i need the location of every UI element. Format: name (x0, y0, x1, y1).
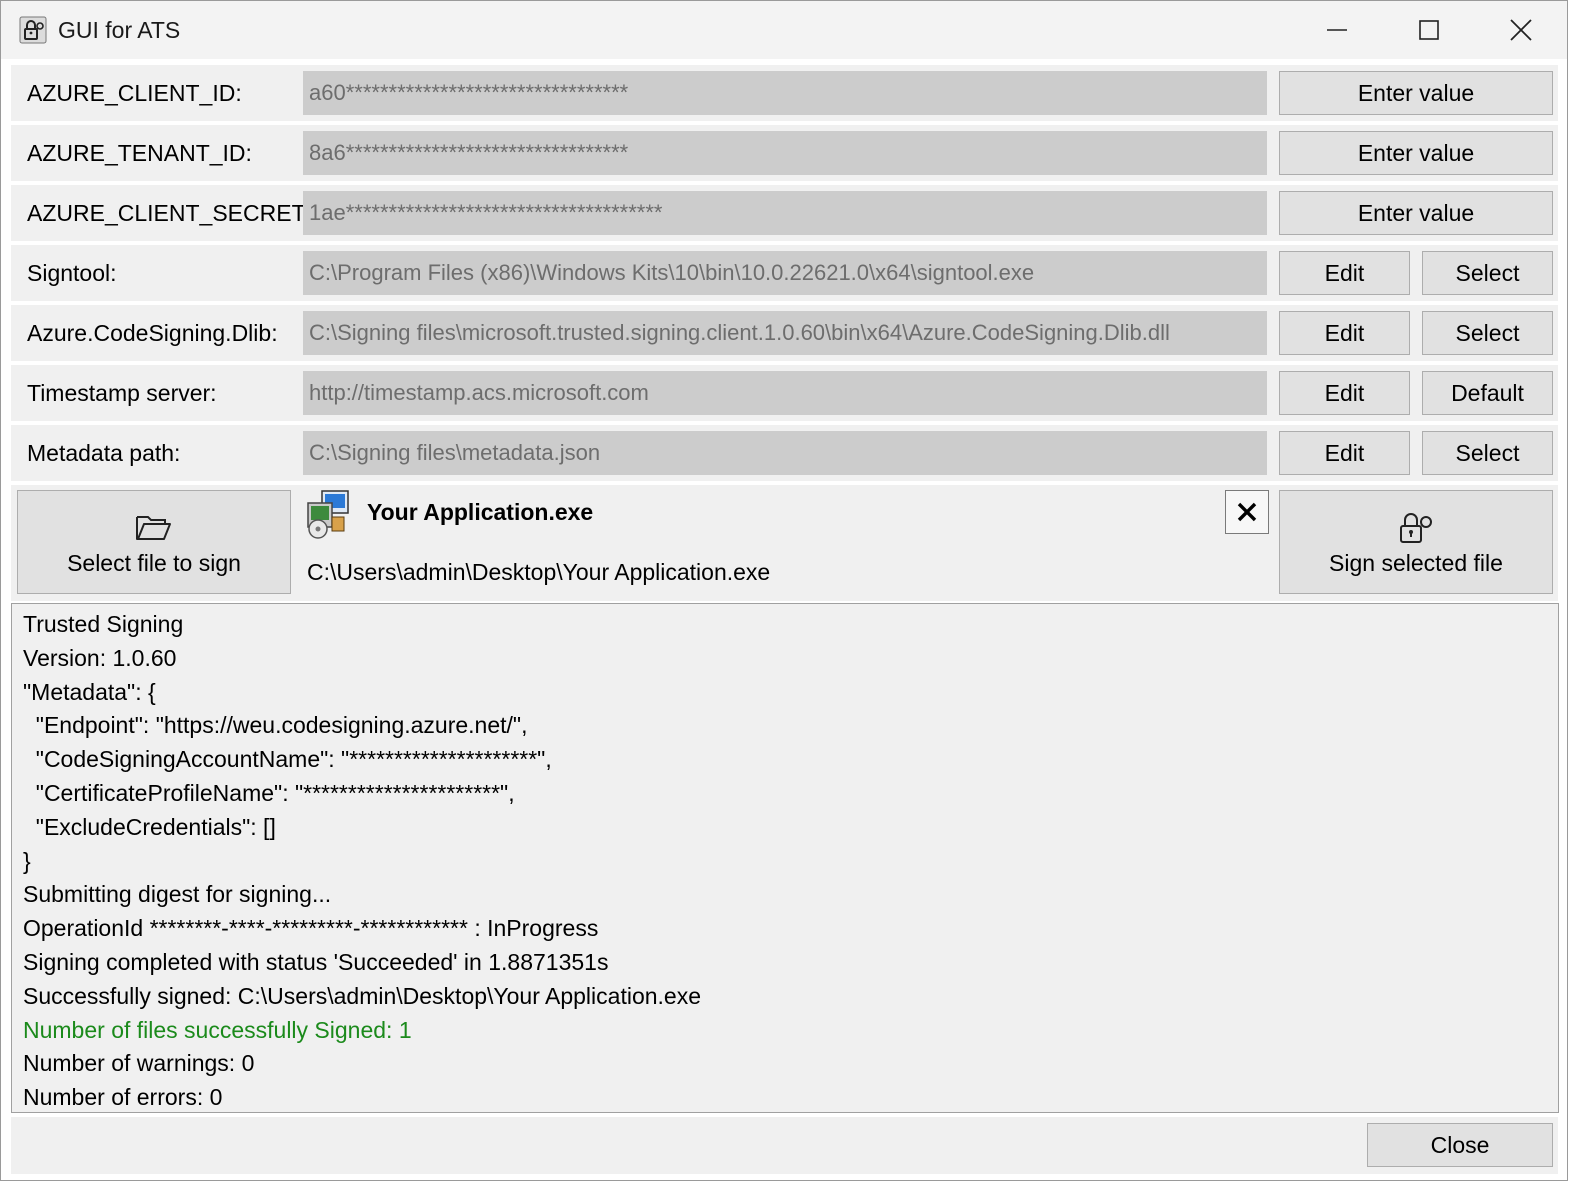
dlib-select-button[interactable]: Select (1422, 311, 1553, 355)
metadata-label: Metadata path: (27, 440, 181, 466)
row-client-id: AZURE_CLIENT_ID: a60********************… (11, 65, 1558, 121)
client-id-enter-button[interactable]: Enter value (1279, 71, 1553, 115)
row-signtool: Signtool: C:\Program Files (x86)\Windows… (11, 245, 1558, 301)
folder-open-icon (136, 516, 171, 540)
application-exe-icon (307, 490, 349, 539)
log-line: Successfully signed: C:\Users\admin\Desk… (23, 982, 701, 1009)
select-file-button[interactable]: Select file to sign (17, 490, 291, 594)
signtool-select-button[interactable]: Select (1422, 251, 1553, 295)
log-line: Trusted Signing (23, 611, 184, 637)
dlib-field[interactable]: C:\Signing files\microsoft.trusted.signi… (303, 311, 1267, 355)
tenant-id-enter-button[interactable]: Enter value (1279, 131, 1553, 175)
close-button[interactable]: Close (1367, 1123, 1553, 1167)
lock-key-icon (1400, 513, 1432, 543)
log-line: Number of errors: 0 (23, 1084, 223, 1111)
file-name: Your Application.exe (367, 499, 594, 525)
row-timestamp: Timestamp server: http://timestamp.acs.m… (11, 365, 1558, 421)
timestamp-label: Timestamp server: (27, 380, 217, 406)
select-file-label: Select file to sign (67, 550, 241, 576)
row-tenant-id: AZURE_TENANT_ID: 8a6********************… (11, 125, 1558, 181)
log-line: Submitting digest for signing... (23, 881, 332, 908)
main-content: AZURE_CLIENT_ID: a60********************… (1, 59, 1567, 1180)
maximize-button[interactable] (1383, 1, 1475, 59)
log-line: "Endpoint": "https://weu.codesigning.azu… (23, 712, 528, 739)
minimize-button[interactable] (1291, 1, 1383, 59)
row-client-secret: AZURE_CLIENT_SECRET: 1ae****************… (11, 185, 1558, 241)
close-icon (1510, 19, 1532, 41)
app-window: GUI for ATS AZURE_CLIENT_ID: a60********… (0, 0, 1568, 1181)
sign-file-button[interactable]: Sign selected file (1279, 490, 1553, 594)
minimize-icon (1327, 29, 1347, 31)
dlib-edit-button[interactable]: Edit (1279, 311, 1410, 355)
metadata-field[interactable]: C:\Signing files\metadata.json (303, 431, 1267, 475)
client-secret-label: AZURE_CLIENT_SECRET: (27, 200, 310, 226)
log-line: Signing completed with status 'Succeeded… (23, 948, 609, 975)
signtool-label: Signtool: (27, 260, 117, 286)
client-secret-field[interactable]: 1ae************************************* (303, 191, 1267, 235)
tenant-id-label: AZURE_TENANT_ID: (27, 140, 252, 166)
file-panel: Select file to sign Your Application.exe… (11, 485, 1558, 601)
window-close-button[interactable] (1475, 1, 1567, 59)
timestamp-field[interactable]: http://timestamp.acs.microsoft.com (303, 371, 1267, 415)
log-line: "CodeSigningAccountName": "*************… (23, 746, 552, 773)
clear-file-button[interactable] (1225, 490, 1269, 534)
tenant-id-field[interactable]: 8a6********************************* (303, 131, 1267, 175)
dlib-label: Azure.CodeSigning.Dlib: (27, 320, 278, 346)
row-metadata: Metadata path: C:\Signing files\metadata… (11, 425, 1558, 481)
log-line: Number of warnings: 0 (23, 1050, 255, 1077)
maximize-icon (1419, 20, 1439, 40)
signtool-edit-button[interactable]: Edit (1279, 251, 1410, 295)
metadata-edit-button[interactable]: Edit (1279, 431, 1410, 475)
log-line: "CertificateProfileName": "*************… (23, 779, 515, 806)
output-log[interactable]: Trusted Signing Version: 1.0.60 "Metadat… (11, 603, 1559, 1113)
log-line-success: Number of files successfully Signed: 1 (23, 1016, 412, 1043)
client-secret-enter-button[interactable]: Enter value (1279, 191, 1553, 235)
file-path: C:\Users\admin\Desktop\Your Application.… (307, 559, 771, 585)
sign-file-label: Sign selected file (1329, 550, 1503, 576)
x-icon (1237, 502, 1257, 522)
bottom-bar: Close (11, 1117, 1558, 1174)
log-line: "Metadata": { (23, 678, 156, 705)
signtool-field[interactable]: C:\Program Files (x86)\Windows Kits\10\b… (303, 251, 1267, 295)
timestamp-edit-button[interactable]: Edit (1279, 371, 1410, 415)
lock-key-icon (19, 16, 47, 44)
client-id-label: AZURE_CLIENT_ID: (27, 80, 242, 106)
log-line: } (23, 847, 31, 874)
metadata-select-button[interactable]: Select (1422, 431, 1553, 475)
timestamp-default-button[interactable]: Default (1422, 371, 1553, 415)
row-dlib: Azure.CodeSigning.Dlib: C:\Signing files… (11, 305, 1558, 361)
log-line: "ExcludeCredentials": [] (23, 813, 276, 840)
client-id-field[interactable]: a60********************************* (303, 71, 1267, 115)
window-title: GUI for ATS (58, 17, 181, 43)
title-bar[interactable]: GUI for ATS (1, 1, 1567, 59)
log-line: Version: 1.0.60 (23, 644, 177, 671)
log-line: OperationId ********-****-*********-****… (23, 915, 599, 942)
